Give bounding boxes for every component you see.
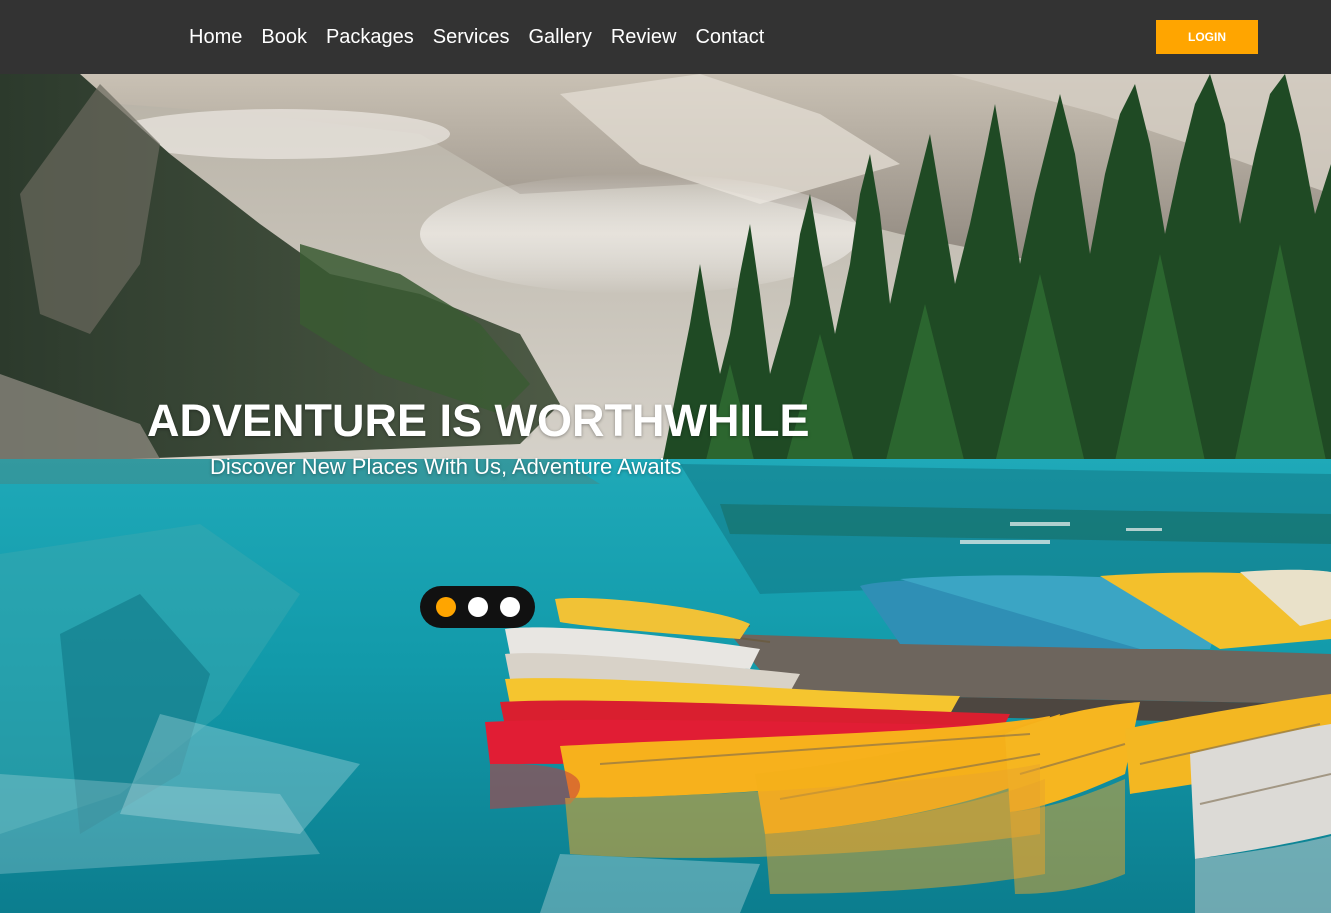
nav-links: Home Book Packages Services Gallery Revi…: [189, 25, 783, 49]
nav-link-home[interactable]: Home: [189, 25, 242, 49]
carousel-dot-3[interactable]: [499, 597, 520, 617]
nav-link-services[interactable]: Services: [433, 25, 510, 49]
hero-section: ADVENTURE IS WORTHWHILE Discover New Pla…: [0, 74, 1331, 913]
carousel-dot-1[interactable]: [435, 597, 456, 617]
carousel-dots: [420, 586, 535, 628]
login-button[interactable]: LOGIN: [1156, 20, 1258, 54]
carousel-dot-2[interactable]: [467, 597, 488, 617]
navbar: Home Book Packages Services Gallery Revi…: [0, 0, 1331, 74]
nav-link-gallery[interactable]: Gallery: [529, 25, 592, 49]
nav-link-contact[interactable]: Contact: [695, 25, 764, 49]
hero-background-image: [0, 74, 1331, 913]
hero-title: ADVENTURE IS WORTHWHILE: [147, 395, 810, 446]
hero-subtitle: Discover New Places With Us, Adventure A…: [210, 454, 682, 479]
nav-link-review[interactable]: Review: [611, 25, 677, 49]
nav-link-book[interactable]: Book: [261, 25, 307, 49]
nav-link-packages[interactable]: Packages: [326, 25, 414, 49]
